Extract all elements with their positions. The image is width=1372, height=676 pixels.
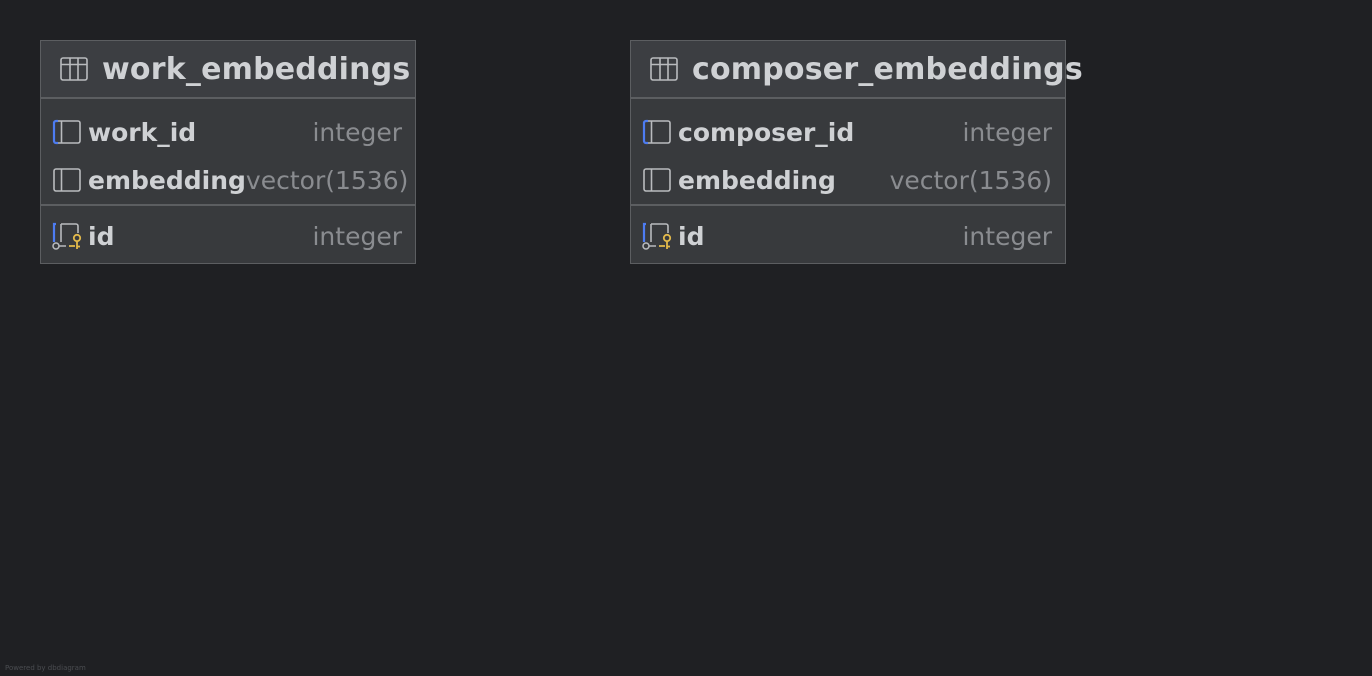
column-type: vector(1536) bbox=[889, 165, 1052, 195]
primary-key-column-icon bbox=[642, 221, 672, 251]
table-name: composer_embeddings bbox=[692, 51, 1083, 87]
table-composer-embeddings[interactable]: composer_embeddings composer_id integer bbox=[630, 40, 1083, 264]
watermark: Powered by dbdiagram bbox=[5, 664, 86, 672]
table-name: work_embeddings bbox=[102, 51, 411, 87]
column-type: integer bbox=[312, 221, 402, 251]
column-type: integer bbox=[962, 117, 1052, 147]
column-icon bbox=[52, 165, 82, 195]
table-header[interactable]: composer_embeddings bbox=[631, 41, 1083, 99]
column-type: integer bbox=[962, 221, 1052, 251]
table-work-embeddings[interactable]: work_embeddings work_id integer embeddin… bbox=[40, 40, 416, 264]
column-row[interactable]: embedding vector(1536) bbox=[41, 156, 415, 204]
table-header[interactable]: work_embeddings bbox=[41, 41, 415, 99]
column-name: embedding bbox=[88, 165, 246, 195]
column-name: id bbox=[678, 221, 705, 251]
column-name: composer_id bbox=[678, 117, 855, 147]
diagram-canvas: work_embeddings work_id integer embeddin… bbox=[0, 0, 1372, 676]
column-row-primary-key[interactable]: id integer bbox=[631, 212, 1065, 260]
column-icon bbox=[642, 165, 672, 195]
column-row[interactable]: embedding vector(1536) bbox=[631, 156, 1065, 204]
foreign-key-column-icon bbox=[52, 117, 82, 147]
column-type: vector(1536) bbox=[245, 165, 409, 195]
column-row[interactable]: composer_id integer bbox=[631, 108, 1065, 156]
column-name: embedding bbox=[678, 165, 836, 195]
primary-key-column-icon bbox=[52, 221, 82, 251]
column-name: work_id bbox=[88, 117, 197, 147]
column-name: id bbox=[88, 221, 115, 251]
table-icon bbox=[60, 57, 88, 81]
table-icon bbox=[650, 57, 678, 81]
column-type: integer bbox=[312, 117, 402, 147]
foreign-key-column-icon bbox=[642, 117, 672, 147]
column-row[interactable]: work_id integer bbox=[41, 108, 415, 156]
column-row-primary-key[interactable]: id integer bbox=[41, 212, 415, 260]
